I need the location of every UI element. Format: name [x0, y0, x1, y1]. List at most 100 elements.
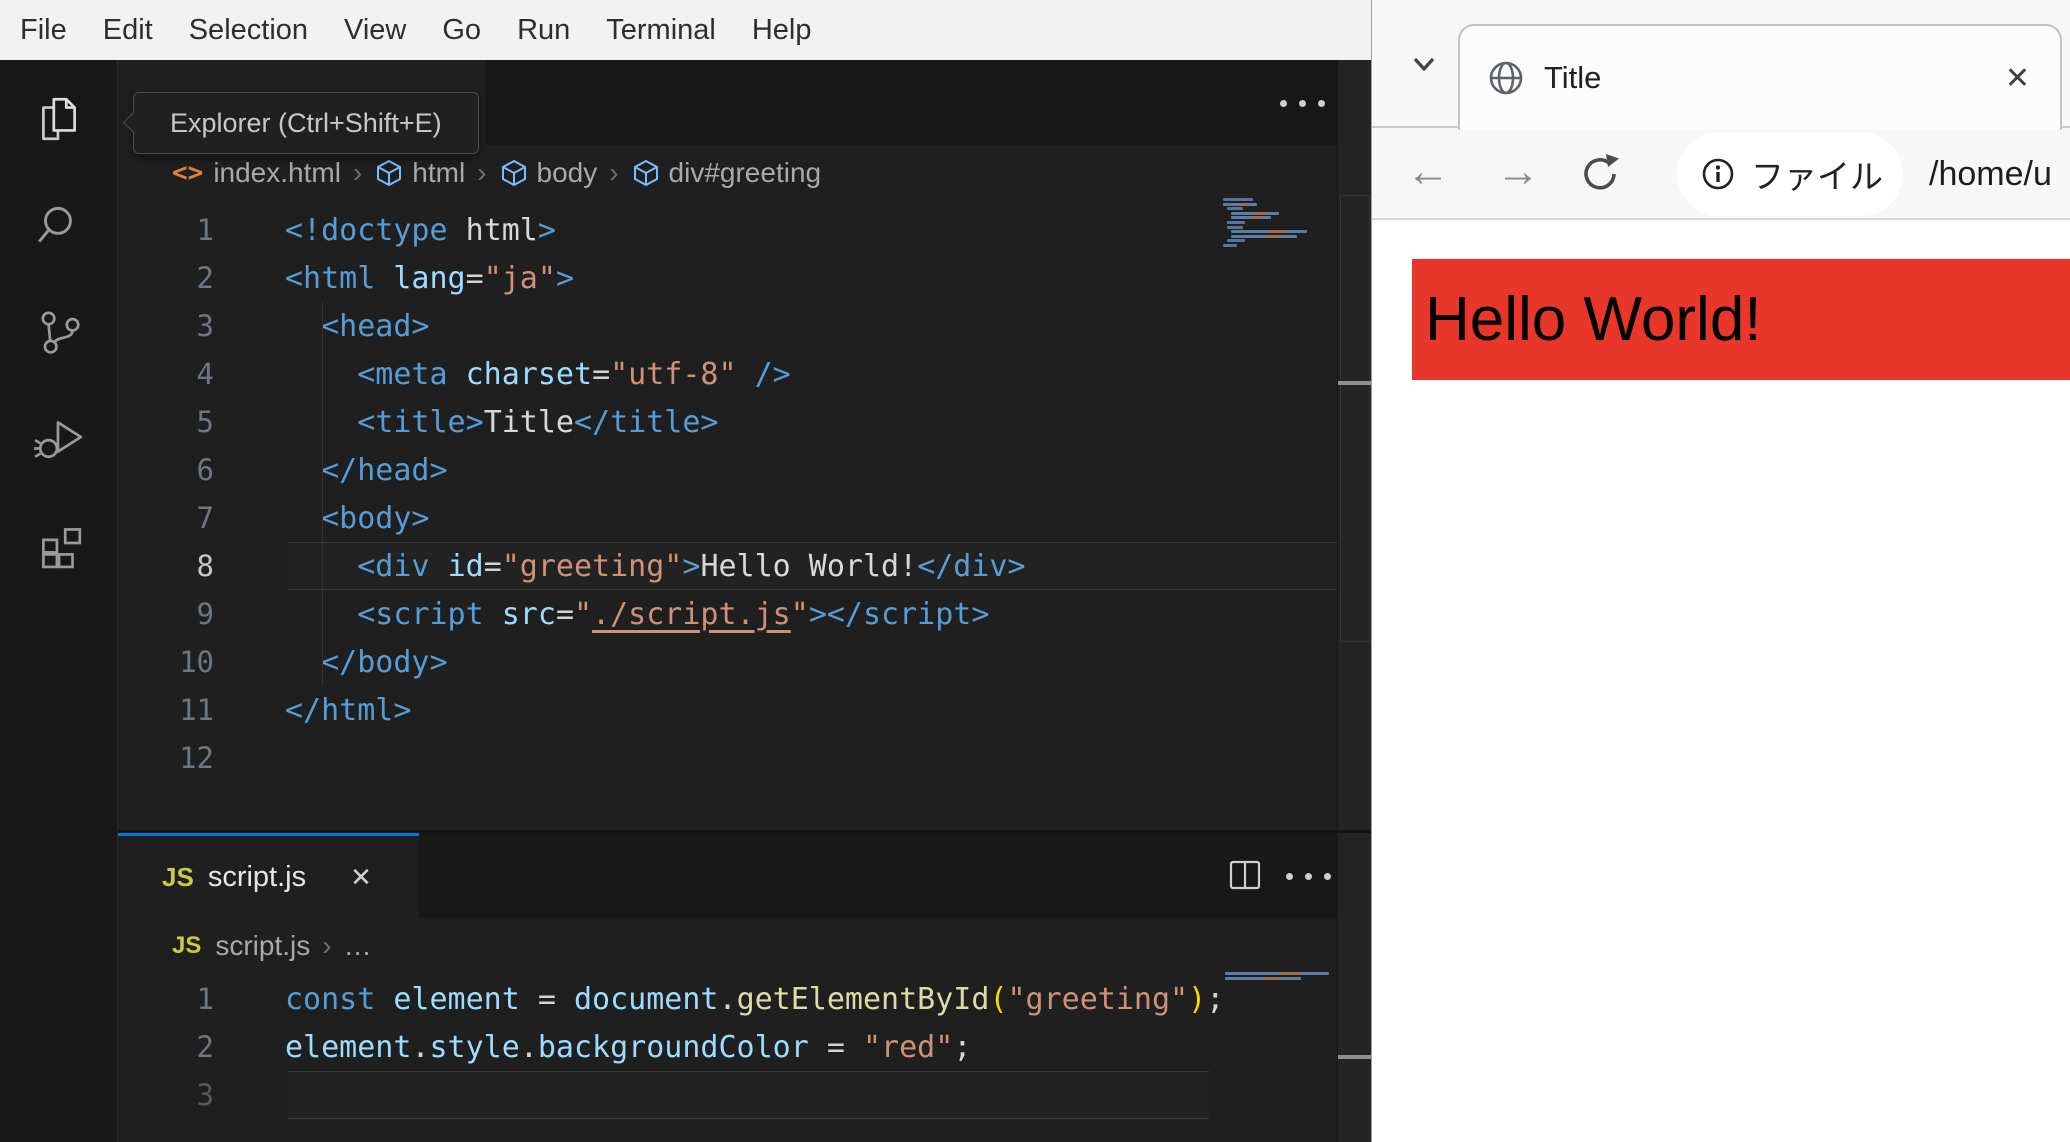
symbol-cube-icon [499, 158, 529, 188]
code-line-2[interactable]: 2 element.style.backgroundColor = "red"; [118, 1023, 1209, 1071]
code-line-12[interactable]: 12 [118, 734, 1337, 782]
split-editor-icon[interactable] [1226, 857, 1264, 893]
current-line-highlight [288, 542, 1337, 590]
close-tab-icon[interactable]: ✕ [2005, 61, 2030, 96]
vscode-window: File Edit Selection View Go Run Terminal Help <… [0, 0, 1372, 1142]
code-text: <html lang="ja"> [285, 260, 574, 296]
url-text[interactable]: /home/u [1929, 130, 2070, 218]
code-text: </html> [285, 692, 412, 728]
browser-tab-strip: Title ✕ [1372, 0, 2070, 130]
breadcrumb-separator: › [322, 929, 332, 961]
line-number: 1 [196, 982, 214, 1016]
code-text: <meta charset="utf-8" /> [357, 356, 791, 392]
code-text: const element = document.getElementById(… [285, 981, 1225, 1017]
minimap[interactable] [1223, 198, 1333, 249]
code-line-3[interactable]: 3 <head> [118, 302, 1337, 350]
breadcrumb-item[interactable]: script.js [215, 930, 310, 962]
line-number: 5 [196, 405, 214, 439]
back-button[interactable]: ← [1406, 130, 1450, 218]
browser-toolbar: ← → ファイル /home/u [1372, 130, 2070, 220]
address-bar[interactable]: ファイル [1677, 132, 1903, 216]
code-line-2[interactable]: 2 <html lang="ja"> [118, 254, 1337, 302]
browser-content: Hello World! [1372, 222, 2070, 1142]
symbol-cube-icon [631, 158, 661, 188]
activity-bar [0, 60, 118, 1142]
cursor-position-marker [1338, 381, 1372, 385]
source-control-icon[interactable] [33, 305, 85, 357]
line-number: 12 [179, 741, 214, 775]
code-line-10[interactable]: 10 </body> [118, 638, 1337, 686]
menu-view[interactable]: View [326, 0, 424, 60]
breadcrumb-item[interactable]: … [344, 930, 372, 962]
breadcrumb-separator: › [352, 156, 363, 188]
info-icon[interactable] [1699, 155, 1737, 193]
extensions-icon[interactable] [33, 517, 85, 569]
code-editor-html[interactable]: 1 <!doctype html> 2 <html lang="ja"> 3 <head… [118, 206, 1337, 782]
browser-tab[interactable]: Title ✕ [1458, 24, 2062, 130]
code-line-6[interactable]: 6 </head> [118, 446, 1337, 494]
reload-button[interactable] [1578, 152, 1622, 196]
tab-script-js[interactable]: JS script.js ✕ [118, 833, 419, 918]
more-actions-icon[interactable] [1280, 100, 1325, 107]
menu-edit[interactable]: Edit [85, 0, 171, 60]
more-actions-icon[interactable] [1286, 873, 1331, 880]
symbol-cube-icon [374, 158, 404, 188]
line-number: 7 [196, 501, 214, 535]
indent-guide [322, 302, 323, 686]
search-icon[interactable] [33, 199, 85, 251]
minimap[interactable] [1225, 972, 1335, 981]
code-line-4[interactable]: 4 <meta charset="utf-8" /> [118, 350, 1337, 398]
code-text: <script src="./script.js"></script> [357, 596, 990, 632]
code-line-1[interactable]: 1 <!doctype html> [118, 206, 1337, 254]
breadcrumb-item[interactable]: html [412, 157, 465, 189]
breadcrumb-item[interactable]: div#greeting [669, 157, 822, 189]
code-editor-js[interactable]: 1 const element = document.getElementById… [118, 975, 1225, 1119]
code-text: <title>Title</title> [357, 404, 719, 440]
breadcrumb-item[interactable]: index.html [213, 157, 341, 189]
code-line-7[interactable]: 7 <body> [118, 494, 1337, 542]
code-line-5[interactable]: 5 <title>Title</title> [118, 398, 1337, 446]
menu-bar: File Edit Selection View Go Run Terminal Help [0, 0, 1371, 60]
js-file-icon: JS [162, 861, 194, 892]
line-number: 2 [196, 261, 214, 295]
globe-icon [1486, 58, 1526, 98]
forward-button[interactable]: → [1496, 130, 1540, 218]
scrollbar[interactable] [1337, 60, 1372, 830]
line-number: 1 [196, 213, 214, 247]
tab-label: script.js [207, 860, 307, 893]
explorer-icon[interactable] [33, 93, 85, 145]
greeting-div: Hello World! [1412, 259, 2070, 380]
code-line-3[interactable]: 3 [118, 1071, 1209, 1119]
code-line-9[interactable]: 9 <script src="./script.js"></script> [118, 590, 1337, 638]
menu-help[interactable]: Help [734, 0, 830, 60]
file-scheme-chip: ファイル [1751, 158, 1883, 195]
html-file-icon: <> [172, 157, 204, 188]
browser-window: Title ✕ ← → ファイル /home/u Hello World! [1371, 0, 2070, 1142]
line-number: 10 [179, 645, 214, 679]
js-file-icon: JS [172, 931, 202, 959]
menu-run[interactable]: Run [499, 0, 588, 60]
scrollbar[interactable] [1337, 833, 1372, 1142]
code-text: element.style.backgroundColor = "red"; [285, 1029, 972, 1065]
menu-go[interactable]: Go [424, 0, 499, 60]
menu-selection[interactable]: Selection [171, 0, 326, 60]
breadcrumb-separator: › [609, 156, 619, 188]
code-text: <body> [321, 500, 430, 536]
hello-text: Hello World! [1425, 285, 1762, 354]
line-number: 6 [196, 453, 214, 487]
line-number: 3 [196, 1078, 214, 1112]
tab-bar-js: JS script.js ✕ [118, 833, 1371, 918]
menu-terminal[interactable]: Terminal [588, 0, 734, 60]
code-line-1[interactable]: 1 const element = document.getElementById… [118, 975, 1225, 1023]
run-debug-icon[interactable] [33, 411, 85, 463]
close-tab-icon[interactable]: ✕ [350, 862, 372, 893]
code-line-8[interactable]: 8 <div id="greeting">Hello World!</div> [118, 542, 1337, 590]
code-line-11[interactable]: 11 </html> [118, 686, 1337, 734]
code-text: </head> [321, 452, 448, 488]
screen: File Edit Selection View Go Run Terminal Help <… [0, 0, 2070, 1142]
chevron-down-icon[interactable] [1404, 44, 1444, 84]
breadcrumb-item[interactable]: body [537, 157, 598, 189]
explorer-tooltip: Explorer (Ctrl+Shift+E) [122, 92, 479, 154]
menu-file[interactable]: File [2, 0, 85, 60]
line-number: 8 [196, 549, 214, 583]
